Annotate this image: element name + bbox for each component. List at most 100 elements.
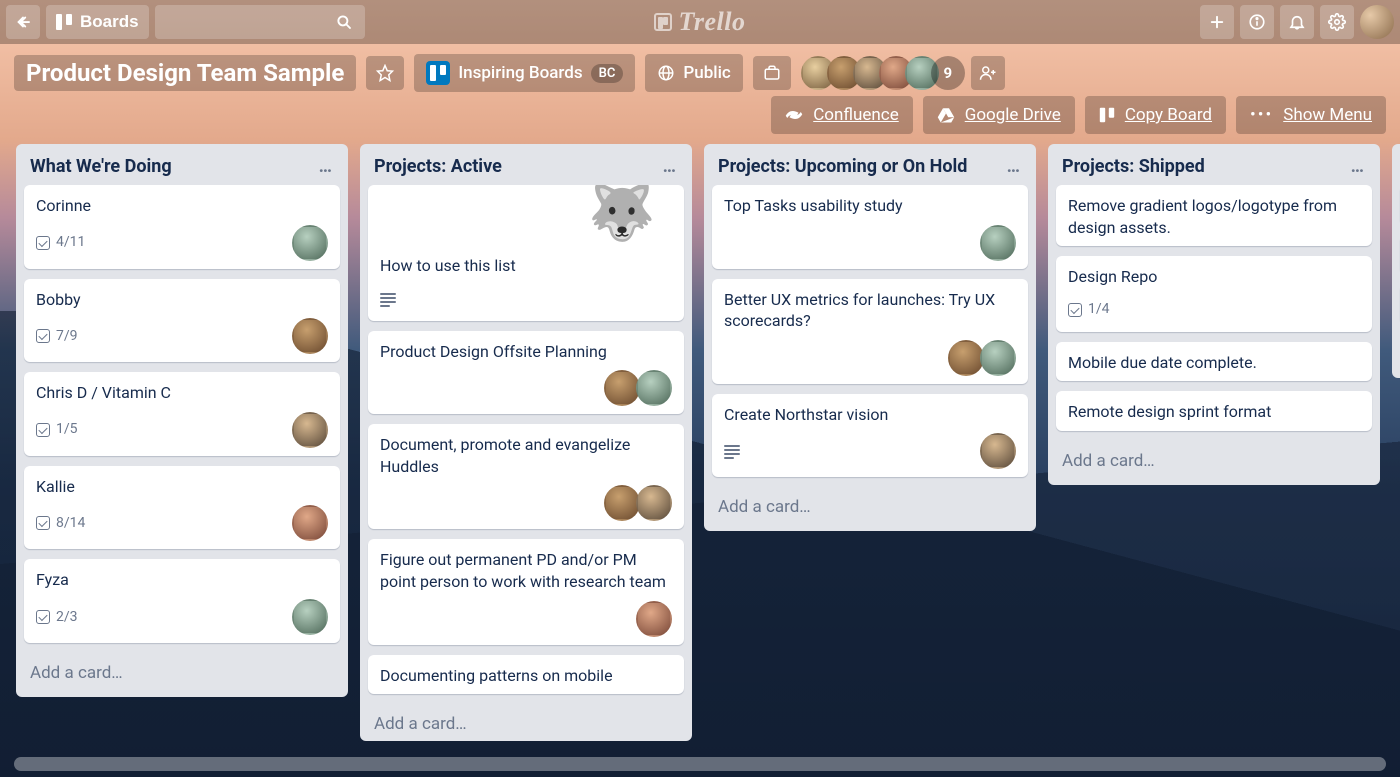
globe-icon — [657, 64, 675, 82]
card[interactable]: Remove gradient logos/logotype from desi… — [1056, 185, 1372, 246]
list-menu-button[interactable]: … — [663, 156, 678, 177]
ellipsis-icon: ••• — [1250, 105, 1273, 125]
team-chip[interactable]: Inspiring Boards BC — [414, 54, 635, 92]
member-avatar[interactable] — [636, 485, 672, 521]
card[interactable]: Design Repo1/4 — [1056, 256, 1372, 332]
member-avatar[interactable] — [604, 485, 640, 521]
confluence-button[interactable]: Confluence — [771, 96, 913, 134]
member-avatar[interactable] — [292, 505, 328, 541]
list-header[interactable]: Projects: Upcoming or On Hold… — [704, 144, 1036, 185]
card-members — [984, 225, 1016, 261]
member-avatar[interactable] — [980, 433, 1016, 469]
card-members — [296, 505, 328, 541]
card[interactable]: Chris D / Vitamin C1/5 — [24, 372, 340, 456]
card-members — [296, 599, 328, 635]
create-button[interactable] — [1200, 5, 1234, 39]
member-avatar[interactable] — [292, 599, 328, 635]
settings-button[interactable] — [1320, 5, 1354, 39]
list-menu-button[interactable]: … — [319, 156, 334, 177]
checklist-icon — [36, 423, 50, 437]
gear-icon — [1328, 13, 1346, 31]
member-avatar[interactable] — [948, 340, 984, 376]
show-menu-label: Show Menu — [1283, 105, 1372, 125]
card-footer — [380, 485, 672, 521]
org-button[interactable] — [753, 56, 791, 90]
card-footer — [380, 370, 672, 406]
list-menu-button[interactable]: … — [1007, 156, 1022, 177]
card-footer: 8/14 — [36, 505, 328, 541]
list-header[interactable]: What We're Doing… — [16, 144, 348, 185]
card[interactable]: Corinne4/11 — [24, 185, 340, 269]
card-title: Mobile due date complete. — [1068, 352, 1360, 374]
member-avatar[interactable] — [604, 370, 640, 406]
star-button[interactable] — [366, 56, 404, 90]
card[interactable]: Remote design sprint format — [1056, 391, 1372, 431]
description-badge — [380, 293, 396, 305]
gdrive-icon — [937, 106, 955, 124]
add-card-button[interactable]: Add a card… — [1048, 441, 1380, 485]
board-canvas[interactable]: What We're Doing…Corinne4/11 Bobby 7/9 Chri… — [0, 144, 1400, 777]
member-overflow-count[interactable]: 9 — [931, 56, 965, 90]
list-menu-button[interactable]: … — [1351, 156, 1366, 177]
member-avatar[interactable] — [636, 370, 672, 406]
gdrive-label: Google Drive — [965, 105, 1061, 125]
add-card-button[interactable]: Add a card… — [704, 487, 1036, 531]
visibility-chip[interactable]: Public — [645, 54, 742, 92]
card[interactable]: Product Design Offsite Planning — [368, 331, 684, 415]
card[interactable]: Kallie8/14 — [24, 466, 340, 550]
card-members — [608, 370, 672, 406]
add-card-button[interactable]: Ad — [1392, 334, 1400, 378]
show-menu-button[interactable]: ••• Show Menu — [1236, 96, 1386, 134]
board-header: Product Design Team Sample Inspiring Boa… — [0, 44, 1400, 96]
list: Projects: Active…🐺How to use this list Pr… — [360, 144, 692, 741]
description-icon — [724, 445, 740, 457]
member-avatar[interactable] — [636, 601, 672, 637]
board-members[interactable]: 9 — [801, 56, 1005, 90]
checklist-badge: 7/9 — [36, 327, 78, 346]
card[interactable]: Fyza2/3 — [24, 559, 340, 643]
list-cards: Remove gradient logos/logotype from desi… — [1048, 185, 1380, 441]
card-members — [296, 412, 328, 448]
checklist-badge: 1/5 — [36, 420, 78, 439]
add-member-button[interactable] — [971, 56, 1005, 90]
card[interactable]: Document, promote and evangelize Huddles — [368, 424, 684, 529]
card[interactable]: Mobile due date complete. — [1056, 342, 1372, 382]
copy-board-button[interactable]: Copy Board — [1085, 96, 1226, 134]
member-avatar[interactable] — [980, 225, 1016, 261]
member-avatar[interactable] — [292, 318, 328, 354]
card[interactable]: Figure out permanent PD and/or PM point … — [368, 539, 684, 644]
card[interactable]: Top Tasks usability study — [712, 185, 1028, 269]
boards-icon — [1100, 108, 1114, 122]
card[interactable]: Better UX metrics for launches: Try UX s… — [712, 279, 1028, 384]
back-button[interactable] — [6, 5, 40, 39]
checklist-badge: 1/4 — [1068, 300, 1110, 319]
member-avatar[interactable] — [292, 225, 328, 261]
member-avatar[interactable] — [292, 412, 328, 448]
notifications-button[interactable] — [1280, 5, 1314, 39]
checklist-count: 7/9 — [56, 327, 78, 346]
card[interactable]: Documenting patterns on mobile — [368, 655, 684, 695]
board-title[interactable]: Product Design Team Sample — [14, 55, 356, 91]
search-input[interactable] — [155, 5, 365, 39]
card-members — [640, 601, 672, 637]
card-title: Bobby — [36, 289, 328, 311]
checklist-badge: 4/11 — [36, 233, 85, 252]
list: Projects: Shipped…Remove gradient logos/… — [1048, 144, 1380, 485]
card[interactable]: Create Northstar vision — [712, 394, 1028, 478]
card[interactable]: Bobby 7/9 — [24, 279, 340, 363]
info-button[interactable] — [1240, 5, 1274, 39]
list-header[interactable]: Projects: Shipped… — [1048, 144, 1380, 185]
list-header[interactable]: Projects: Active… — [360, 144, 692, 185]
card-members — [296, 318, 328, 354]
list-header[interactable]: R… — [1392, 144, 1400, 185]
card-title: Fyza — [36, 569, 328, 591]
add-card-button[interactable]: Add a card… — [360, 704, 692, 741]
google-drive-button[interactable]: Google Drive — [923, 96, 1075, 134]
member-avatar[interactable] — [980, 340, 1016, 376]
user-avatar[interactable] — [1360, 5, 1394, 39]
add-card-button[interactable]: Add a card… — [16, 653, 348, 697]
list-cards: SSH — [1392, 185, 1400, 334]
card-footer — [724, 340, 1016, 376]
card[interactable]: 🐺How to use this list — [368, 185, 684, 321]
boards-button[interactable]: Boards — [46, 5, 149, 39]
